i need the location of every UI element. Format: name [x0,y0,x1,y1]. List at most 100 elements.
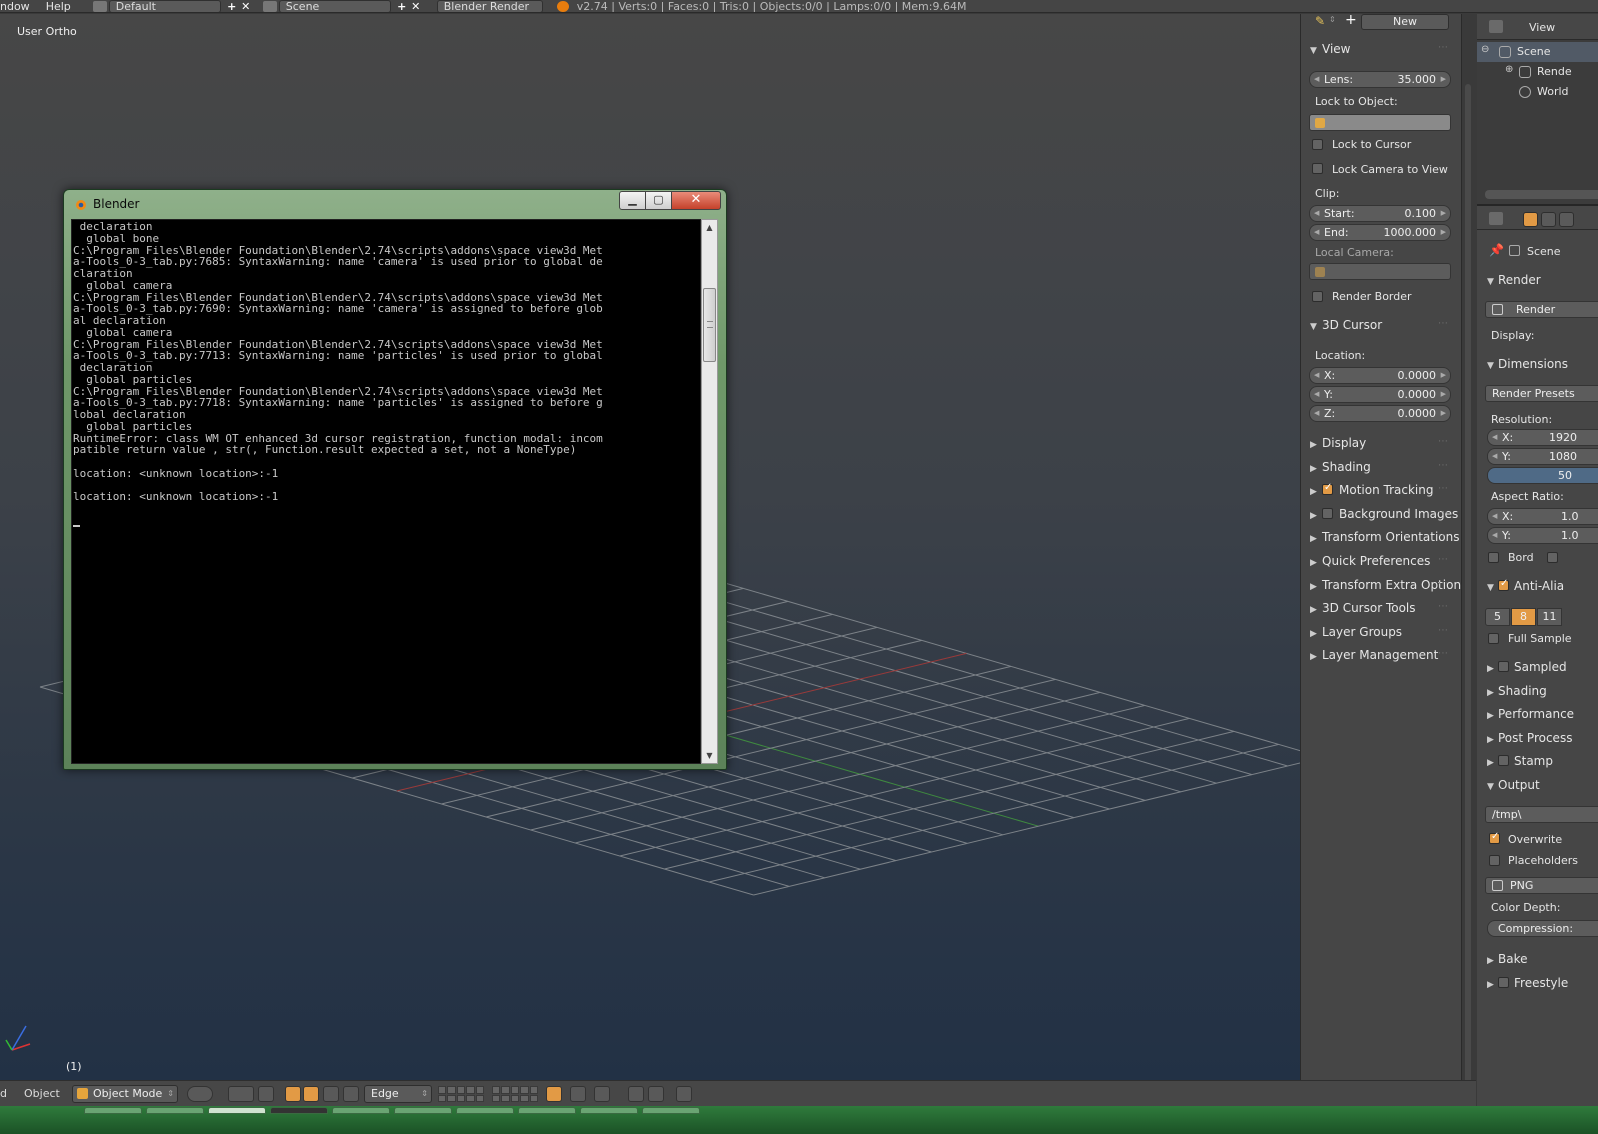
border-checkbox[interactable] [1488,552,1499,563]
render-border-checkbox[interactable] [1312,291,1323,302]
file-format-select[interactable]: PNG [1485,877,1598,894]
cursor-x-field[interactable]: ◀ X: 0.0000 ▶ [1309,367,1451,384]
section-transform-orientations[interactable]: ▶ Transform Orientations ⋯ [1310,530,1460,546]
scene-layers-a[interactable] [438,1086,484,1102]
section-view[interactable]: ▼ View ⋯ [1310,42,1448,58]
collapse-icon[interactable]: ⊖ [1481,44,1489,55]
section-dimensions[interactable]: ▼ Dimensions [1487,357,1568,371]
menu-object[interactable]: Object [24,1087,60,1100]
translate-manipulator-icon[interactable] [285,1086,301,1102]
taskbar-item[interactable] [394,1107,452,1114]
crop-checkbox[interactable] [1547,552,1558,563]
console-scrollbar[interactable]: ▲ ▼ [701,219,718,764]
section-layer-groups[interactable]: ▶ Layer Groups ⋯ [1310,625,1448,641]
resolution-percent-field[interactable]: 50 [1487,467,1598,484]
section-transform-extra-options[interactable]: ▶ Transform Extra Options ⋯ [1310,578,1461,594]
updown-icon[interactable]: ⇕ [1329,15,1336,24]
screen-layout-field[interactable]: Default [108,0,221,12]
aa-samples-5[interactable]: 5 [1485,608,1510,626]
outliner-item-world[interactable]: World [1477,82,1598,102]
section-checkbox[interactable] [1322,482,1333,496]
section-render[interactable]: ▼ Render [1487,273,1541,287]
close-button[interactable]: ✕ [671,191,721,210]
lock-to-cursor-checkbox[interactable] [1312,139,1323,150]
section-stamp[interactable]: ▶ Stamp [1487,754,1553,768]
remove-scene-icon[interactable]: ✕ [409,0,423,12]
lock-camera-checkbox[interactable] [1312,163,1323,174]
new-button[interactable]: New [1361,14,1449,30]
render-presets-menu[interactable]: Render Presets [1485,385,1598,402]
pin-icon[interactable]: 📌 [1489,243,1504,257]
proportional-edit-icon[interactable] [570,1086,586,1102]
stamp-checkbox[interactable] [1498,755,1509,766]
section-3d-cursor[interactable]: ▼ 3D Cursor ⋯ [1310,318,1448,334]
viewport-shading-icon[interactable] [187,1086,213,1102]
menu-help[interactable]: Help [38,0,79,12]
aa-samples-8[interactable]: 8 [1511,608,1536,626]
outliner[interactable]: View ⊖ Scene ⊕ Rende World [1477,14,1598,206]
outliner-editor-icon[interactable] [1489,20,1503,33]
rotate-manipulator-icon[interactable] [303,1086,319,1102]
aspect-x-field[interactable]: ◀ X: 1.0 [1487,508,1598,525]
compression-field[interactable]: Compression: [1487,920,1598,937]
render-button[interactable]: Render [1485,301,1598,318]
outliner-hscroll[interactable] [1485,190,1598,199]
resolution-y-field[interactable]: ◀ Y: 1080 [1487,448,1598,465]
section-performance[interactable]: ▶ Performance [1487,707,1574,721]
snap-element-select[interactable]: Edge ⇕ [364,1085,432,1103]
expand-icon[interactable]: ⊕ [1505,64,1513,75]
section-post-processing[interactable]: ▶ Post Process [1487,731,1572,745]
section-3d-cursor-tools[interactable]: ▶ 3D Cursor Tools ⋯ [1310,601,1448,617]
section-sampled-motion-blur[interactable]: ▶ Sampled [1487,660,1567,674]
section-freestyle[interactable]: ▶ Freestyle [1487,976,1568,990]
outliner-item-render[interactable]: ⊕ Rende [1477,62,1598,82]
maximize-button[interactable]: ▢ [645,191,672,210]
outliner-item-scene[interactable]: ⊖ Scene [1477,42,1598,62]
console-titlebar[interactable]: Blender ▁ ▢ ✕ [64,190,726,218]
render-opengl-icon[interactable] [628,1086,644,1102]
placeholders-checkbox[interactable] [1489,855,1500,866]
aa-samples-11[interactable]: 11 [1537,608,1562,626]
lock-object-field[interactable] [1309,114,1451,131]
cursor-z-field[interactable]: ◀ Z: 0.0000 ▶ [1309,405,1451,422]
transform-orientation-icon[interactable] [343,1086,359,1102]
scale-manipulator-icon[interactable] [323,1086,339,1102]
local-camera-field[interactable] [1309,263,1451,280]
taskbar-item[interactable] [642,1107,700,1114]
taskbar-item[interactable] [580,1107,638,1114]
section-shading[interactable]: ▶ Shading ⋯ [1310,460,1448,476]
scroll-thumb[interactable] [703,288,716,362]
taskbar-item[interactable] [208,1107,266,1114]
add-scene-icon[interactable]: + [395,0,409,12]
search-icon[interactable] [676,1086,692,1102]
tab-scene-icon[interactable] [1559,212,1574,227]
add-icon[interactable]: + [1345,14,1357,28]
scroll-down-icon[interactable]: ▼ [702,748,717,763]
scroll-up-icon[interactable]: ▲ [702,220,717,235]
console-window[interactable]: Blender ▁ ▢ ✕ declaration global bone C:\… [63,189,727,770]
overwrite-checkbox[interactable] [1489,831,1500,844]
aspect-y-field[interactable]: ◀ Y: 1.0 [1487,527,1598,544]
taskbar-item[interactable] [84,1107,142,1114]
properties-editor-icon[interactable] [1489,212,1503,225]
pivot-point-icon[interactable] [228,1086,254,1102]
taskbar-item[interactable] [146,1107,204,1114]
outliner-view-menu[interactable]: View [1529,21,1555,34]
add-layout-icon[interactable]: + [225,0,239,12]
tab-render-layers-icon[interactable] [1541,212,1556,227]
area-divider[interactable] [1461,14,1476,1084]
snap-toggle-icon[interactable] [594,1086,610,1102]
taskbar-item[interactable] [518,1107,576,1114]
console-output[interactable]: declaration global bone C:\Program Files\… [71,219,701,764]
render-engine-select[interactable]: Blender Render [436,0,543,12]
menu-add[interactable]: d [0,1087,7,1100]
tab-render-icon[interactable] [1523,212,1538,227]
section-shading[interactable]: ▶ Shading [1487,684,1547,698]
lock-layers-icon[interactable] [546,1086,562,1102]
section-quick-preferences[interactable]: ▶ Quick Preferences ⋯ [1310,554,1448,570]
full-sample-checkbox[interactable] [1488,633,1499,644]
minimize-button[interactable]: ▁ [619,191,646,210]
taskbar-item[interactable] [456,1107,514,1114]
manipulator-toggle-icon[interactable] [258,1086,274,1102]
section-anti-aliasing[interactable]: ▼Anti-Alia [1487,578,1564,593]
